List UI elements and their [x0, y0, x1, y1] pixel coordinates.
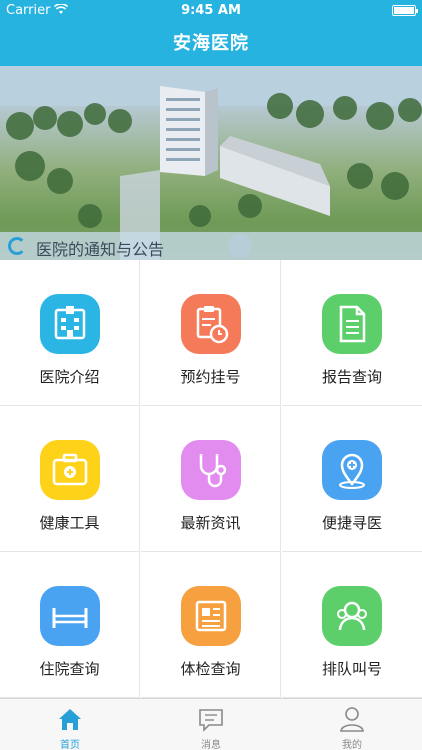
grid-item-queue[interactable]: 排队叫号	[282, 552, 422, 698]
grid-label: 医院介绍	[39, 368, 100, 386]
tab-profile[interactable]: 我的	[282, 699, 422, 750]
feature-grid: 医院介绍 预约挂号 报告查询 健康工具 最新资讯 便捷寻医 住院查询 体检查询 …	[0, 260, 422, 698]
grid-label: 体检查询	[180, 660, 241, 678]
hospital-banner[interactable]: 医院的通知与公告	[0, 66, 422, 260]
home-icon	[56, 705, 84, 733]
message-icon	[197, 705, 225, 733]
grid-item-checkup[interactable]: 体检查询	[141, 552, 281, 698]
grid-item-inpatient[interactable]: 住院查询	[0, 552, 140, 698]
grid-item-hospital-intro[interactable]: 医院介绍	[0, 260, 140, 406]
clipboard-clock-icon	[181, 294, 241, 354]
stethoscope-icon	[181, 440, 241, 500]
first-aid-kit-icon	[40, 440, 100, 500]
tab-label: 首页	[60, 740, 80, 750]
status-bar: Carrier 9:45 AM	[0, 0, 422, 22]
grid-label: 便捷寻医	[321, 514, 382, 532]
status-time: 9:45 AM	[181, 3, 241, 18]
tab-home[interactable]: 首页	[0, 699, 140, 750]
grid-item-find-doctor[interactable]: 便捷寻医	[282, 406, 422, 552]
hospital-illustration	[0, 66, 422, 260]
location-pin-icon	[322, 440, 382, 500]
user-icon	[338, 705, 366, 733]
people-icon	[322, 586, 382, 646]
grid-label: 排队叫号	[321, 660, 382, 678]
nav-bar: 安海医院	[0, 22, 422, 66]
notice-bar[interactable]: 医院的通知与公告	[0, 232, 422, 260]
grid-label: 报告查询	[321, 368, 382, 386]
notice-text: 医院的通知与公告	[36, 240, 165, 259]
bed-icon	[40, 586, 100, 646]
battery-icon	[392, 5, 418, 16]
grid-item-report[interactable]: 报告查询	[282, 260, 422, 406]
grid-label: 最新资讯	[180, 514, 241, 532]
document-icon	[322, 294, 382, 354]
hospital-icon	[40, 294, 100, 354]
grid-label: 住院查询	[39, 660, 100, 678]
grid-item-news[interactable]: 最新资讯	[141, 406, 281, 552]
grid-label: 健康工具	[39, 514, 100, 532]
grid-item-health-tools[interactable]: 健康工具	[0, 406, 140, 552]
tab-messages[interactable]: 消息	[141, 699, 281, 750]
tab-label: 我的	[342, 740, 362, 750]
tab-label: 消息	[201, 740, 221, 750]
tab-bar: 首页 消息 我的	[0, 698, 422, 750]
grid-item-appointment[interactable]: 预约挂号	[141, 260, 281, 406]
newspaper-icon	[181, 586, 241, 646]
refresh-icon	[8, 237, 26, 255]
grid-label: 预约挂号	[180, 368, 241, 386]
page-title: 安海医院	[173, 33, 249, 54]
